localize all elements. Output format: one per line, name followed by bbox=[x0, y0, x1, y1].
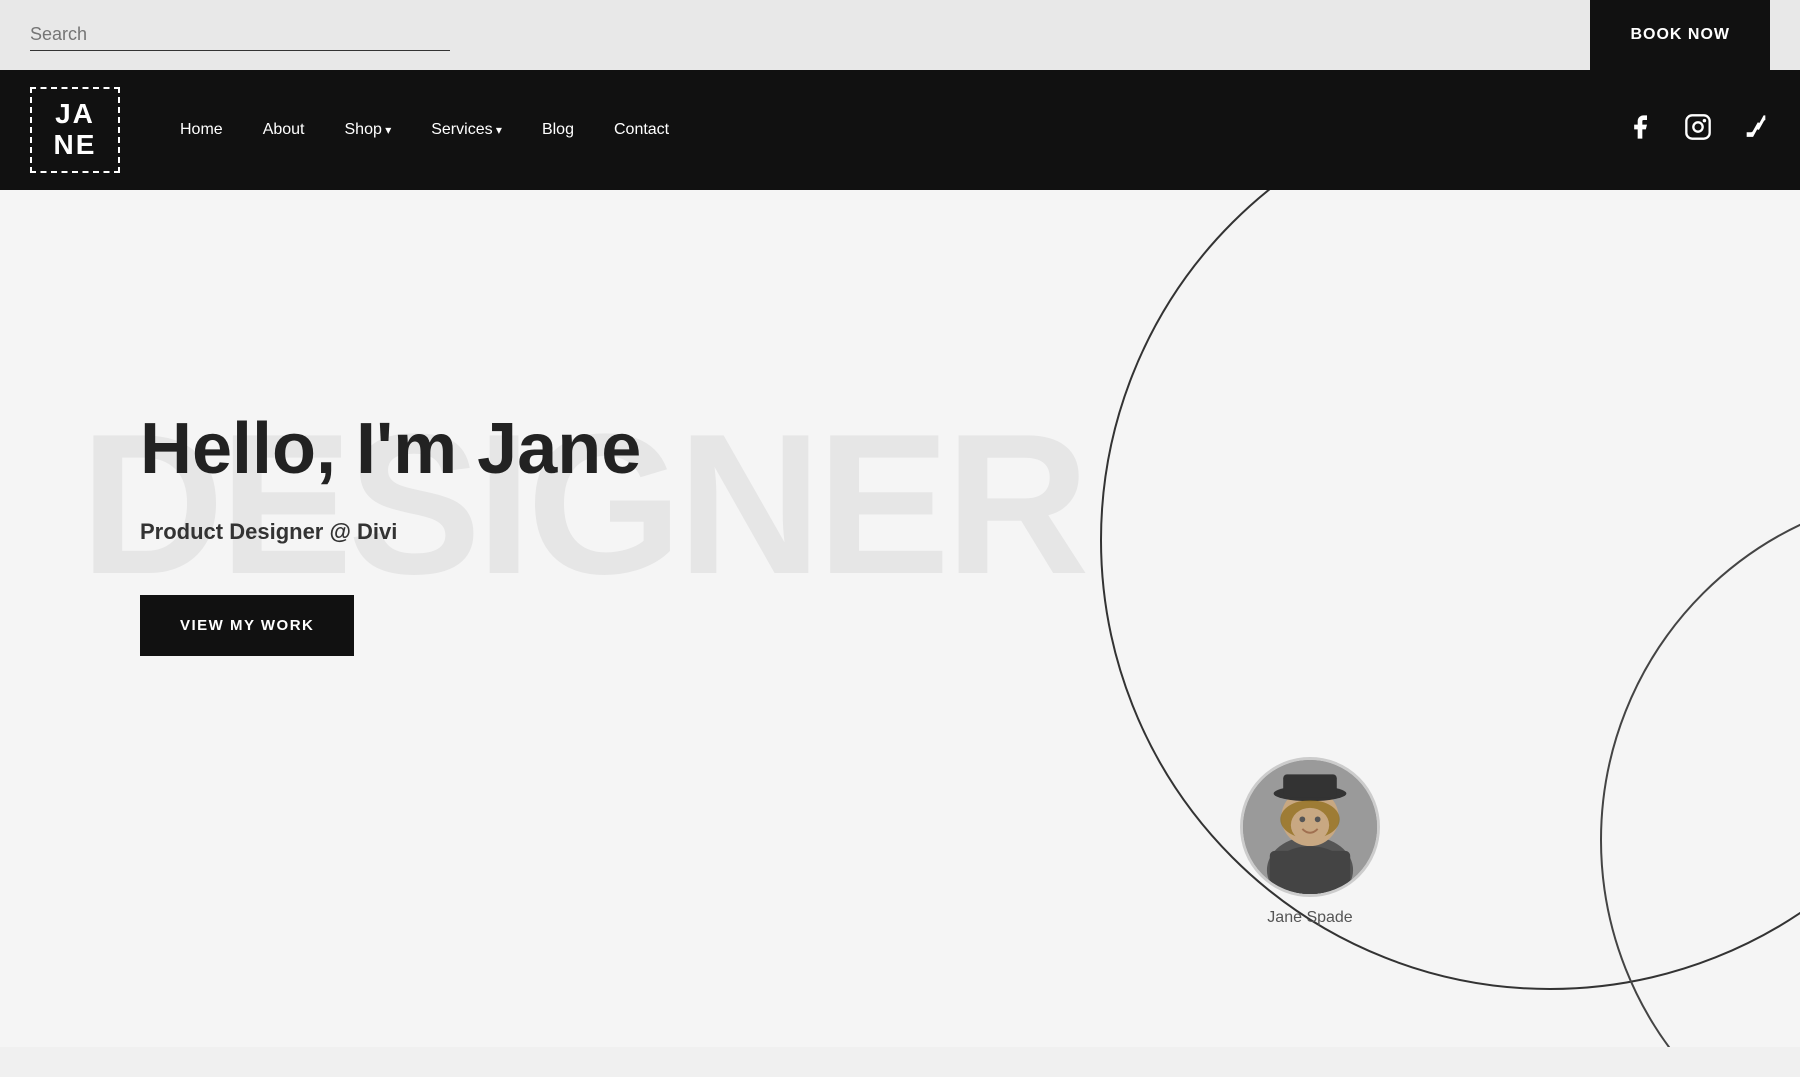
logo[interactable]: JA NE bbox=[30, 87, 120, 173]
logo-line2: NE bbox=[54, 129, 97, 160]
nav-links: Home About Shop Services Blog Contact bbox=[180, 121, 669, 139]
search-area bbox=[30, 19, 450, 51]
nav-item-blog[interactable]: Blog bbox=[542, 121, 574, 139]
avatar-section: Jane Spade bbox=[1240, 757, 1380, 927]
nav-left: JA NE Home About Shop Services Blog Cont… bbox=[30, 87, 669, 173]
nav-link-blog[interactable]: Blog bbox=[542, 121, 574, 138]
nav-link-contact[interactable]: Contact bbox=[614, 121, 669, 138]
top-bar: BOOK NOW bbox=[0, 0, 1800, 70]
hero-subtitle: Product Designer @ Divi bbox=[140, 519, 1800, 545]
instagram-icon[interactable] bbox=[1684, 113, 1712, 148]
hero-section: DESIGNER Hello, I'm Jane Product Designe… bbox=[0, 190, 1800, 1047]
nav-item-contact[interactable]: Contact bbox=[614, 121, 669, 139]
nav-item-shop[interactable]: Shop bbox=[345, 121, 392, 139]
nav-bar: JA NE Home About Shop Services Blog Cont… bbox=[0, 70, 1800, 190]
nav-item-about[interactable]: About bbox=[263, 121, 305, 139]
nav-link-about[interactable]: About bbox=[263, 121, 305, 138]
avatar-name: Jane Spade bbox=[1267, 909, 1352, 927]
deviantart-icon[interactable] bbox=[1742, 113, 1770, 148]
search-input[interactable] bbox=[30, 19, 450, 51]
logo-line1: JA bbox=[55, 98, 95, 129]
hero-content: Hello, I'm Jane Product Designer @ Divi … bbox=[0, 190, 1800, 656]
nav-item-services[interactable]: Services bbox=[431, 121, 502, 139]
view-work-button[interactable]: VIEW MY WORK bbox=[140, 595, 354, 656]
facebook-icon[interactable] bbox=[1626, 113, 1654, 148]
nav-social bbox=[1626, 113, 1770, 148]
avatar bbox=[1240, 757, 1380, 897]
book-now-button[interactable]: BOOK NOW bbox=[1590, 0, 1770, 70]
nav-link-shop[interactable]: Shop bbox=[345, 121, 392, 138]
nav-link-home[interactable]: Home bbox=[180, 121, 223, 138]
nav-link-services[interactable]: Services bbox=[431, 121, 502, 138]
nav-item-home[interactable]: Home bbox=[180, 121, 223, 139]
hero-greeting: Hello, I'm Jane bbox=[140, 410, 1800, 489]
